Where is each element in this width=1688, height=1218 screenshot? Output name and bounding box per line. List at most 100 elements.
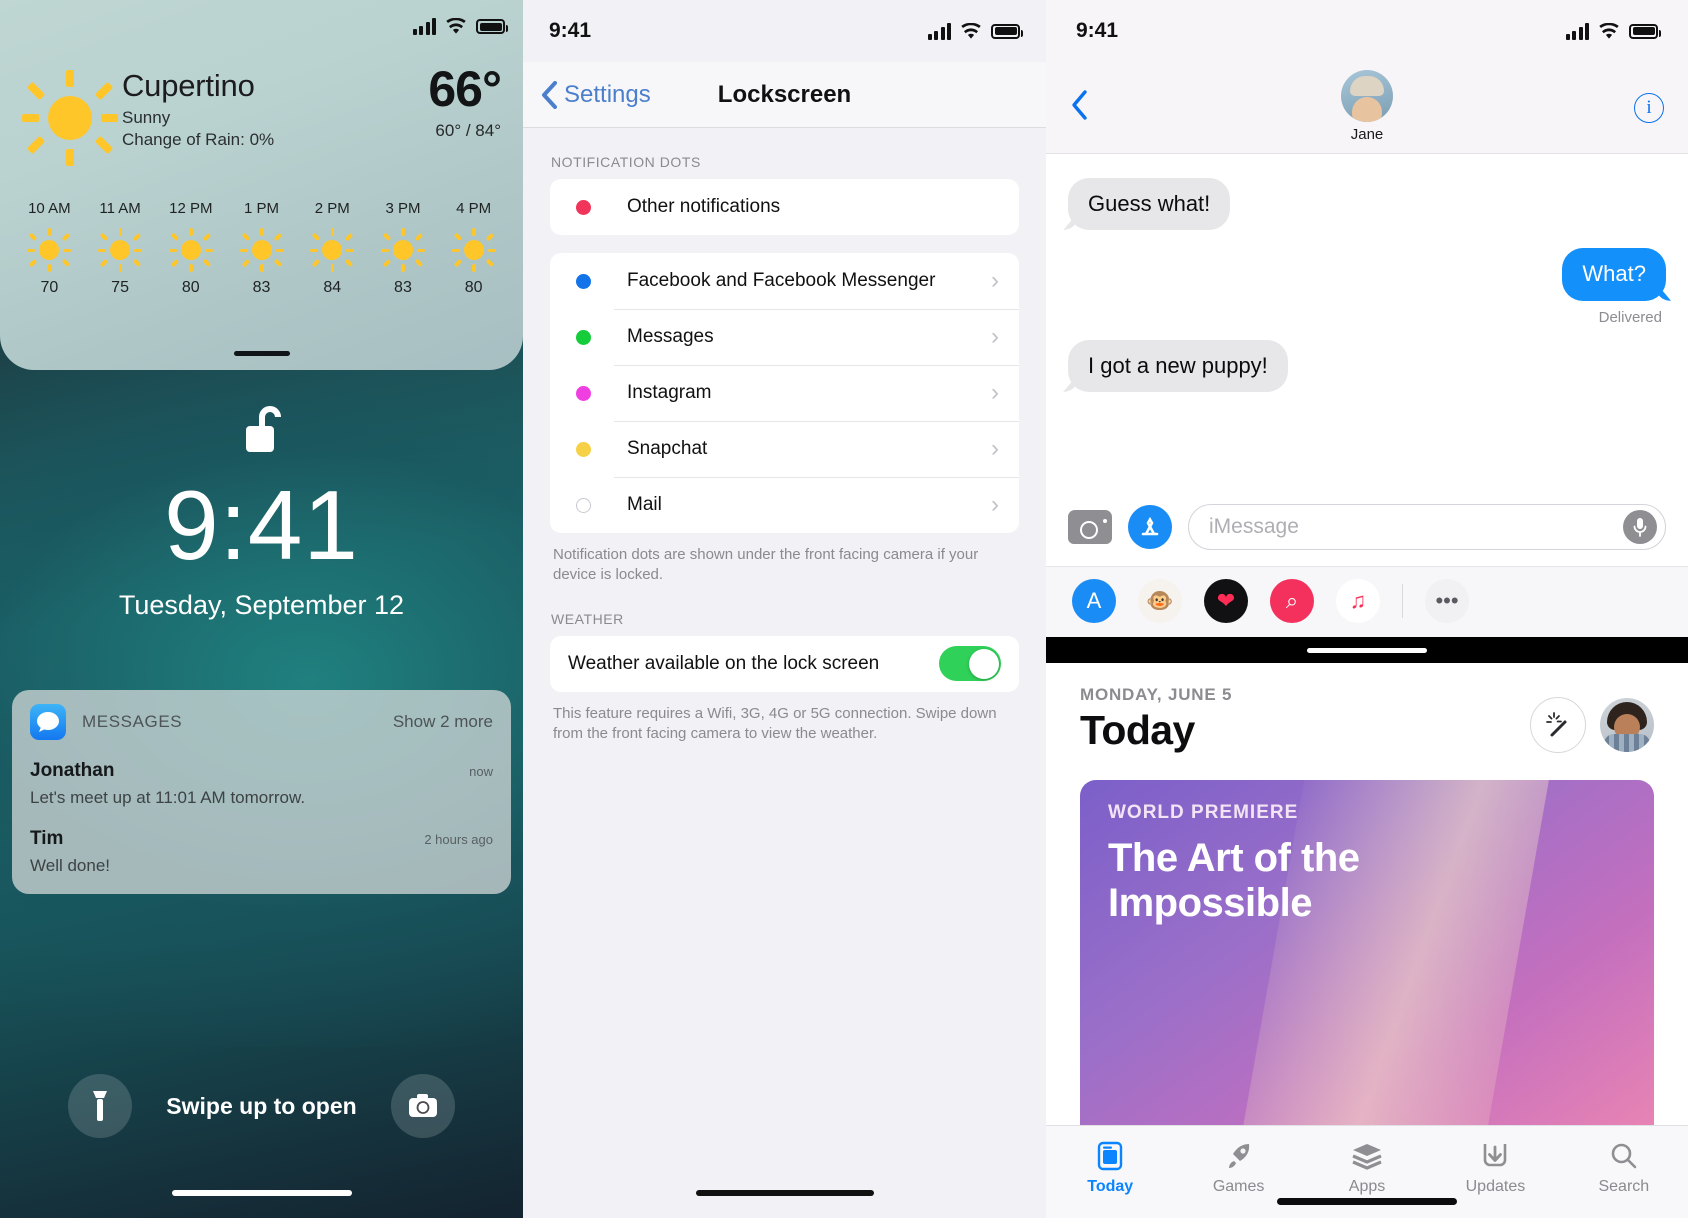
tab-search[interactable]: Search [1560, 1136, 1688, 1196]
sun-icon [22, 70, 118, 166]
microphone-icon[interactable] [1623, 510, 1657, 544]
home-indicator[interactable] [1277, 1198, 1457, 1205]
messages-app-icon [30, 704, 66, 740]
contact-name: Jane [1350, 126, 1384, 143]
notification-item[interactable]: Jonathan now Let's meet up at 11:01 AM tom… [30, 760, 493, 808]
appstore-today-screen: MONDAY, JUNE 5 Today WORLD PREMIERE The … [1046, 663, 1688, 1218]
lockscreen-time: 9:41 [164, 470, 359, 580]
camera-icon [408, 1094, 437, 1117]
sun-icon [27, 228, 72, 272]
notification-timestamp: 2 hours ago [424, 832, 493, 847]
chevron-right-icon: › [991, 323, 999, 350]
chevron-right-icon: › [991, 491, 999, 518]
apple-music-icon[interactable]: ♫ [1336, 579, 1380, 623]
settings-panel: 9:41 Settings Lockscreen NOTIFICATION DO… [523, 0, 1046, 1218]
notification-dot-indicator [576, 385, 591, 401]
weather-condition: Sunny [122, 107, 171, 127]
outgoing-message-bubble[interactable]: What? [1562, 248, 1666, 301]
flashlight-button[interactable] [68, 1074, 133, 1138]
hourly-condition-icon [155, 227, 226, 273]
search-icon [1560, 1136, 1688, 1176]
settings-row-snapchat[interactable]: Snapchat › [550, 421, 1019, 477]
weather-info: Cupertino Sunny Change of Rain: 0% [122, 64, 428, 151]
widget-drag-handle[interactable] [233, 351, 290, 356]
animoji-monkey-icon[interactable]: 🐵 [1138, 579, 1182, 623]
notification-items: Jonathan now Let's meet up at 11:01 AM tom… [30, 760, 493, 876]
sun-icon [239, 228, 284, 272]
hourly-time: 10 AM [28, 200, 71, 217]
settings-row-mail[interactable]: Mail › [550, 477, 1019, 533]
app-store-icon[interactable] [1128, 505, 1172, 549]
home-indicator[interactable] [171, 1190, 352, 1196]
contact-header[interactable]: Jane [1046, 70, 1688, 143]
camera-button[interactable] [390, 1074, 455, 1138]
incoming-message-bubble[interactable]: I got a new puppy! [1068, 339, 1288, 393]
show-more-button[interactable]: Show 2 more [393, 712, 493, 732]
hourly-forecast-item: 10 AM 70 [14, 200, 85, 297]
settings-row-facebook-and-facebook-messenger[interactable]: Facebook and Facebook Messenger › [550, 253, 1019, 309]
back-button[interactable] [1070, 89, 1088, 127]
hourly-temperature: 80 [464, 279, 483, 296]
tab-label: Games [1212, 1178, 1265, 1195]
more-options-icon[interactable]: ••• [1425, 579, 1469, 623]
wifi-icon [960, 22, 982, 40]
app-store-icon[interactable]: A [1072, 579, 1116, 623]
notification-dot-indicator [576, 497, 591, 513]
tab-games[interactable]: Games [1174, 1136, 1302, 1196]
incoming-message-bubble[interactable]: Guess what! [1068, 178, 1231, 231]
chevron-left-icon [1072, 89, 1087, 120]
messages-navigation-bar: Jane i [1046, 62, 1688, 154]
imessage-input[interactable]: iMessage [1188, 504, 1666, 550]
weather-rain-chance: Change of Rain: 0% [122, 129, 275, 149]
camera-icon[interactable] [1068, 510, 1112, 544]
lockscreen-panel: Cupertino Sunny Change of Rain: 0% 66° 6… [0, 0, 523, 1218]
promo-title-line1: The Art of the [1108, 836, 1360, 880]
weather-temp-block: 66° 60° / 84° [428, 61, 502, 141]
weather-toggle[interactable] [939, 646, 1001, 682]
settings-row-messages[interactable]: Messages › [550, 309, 1019, 365]
notification-dot-indicator [576, 273, 591, 289]
settings-row-label: Weather available on the lock screen [568, 652, 880, 674]
tab-apps[interactable]: Apps [1303, 1136, 1431, 1196]
imessage-placeholder: iMessage [1209, 515, 1299, 538]
tab-today[interactable]: Today [1046, 1136, 1174, 1196]
hourly-forecast-item: 12 PM 80 [155, 200, 226, 297]
chevron-right-icon: › [991, 379, 999, 406]
hourly-time: 12 PM [169, 200, 213, 217]
profile-avatar[interactable] [1600, 698, 1654, 752]
back-to-settings-button[interactable]: Settings [541, 80, 651, 109]
hourly-temperature: 70 [40, 279, 59, 296]
digital-touch-heart-icon[interactable]: ❤ [1204, 579, 1248, 623]
hourly-temperature: 83 [252, 279, 271, 296]
hourly-time: 2 PM [314, 200, 350, 217]
notification-group-card[interactable]: MESSAGES Show 2 more Jonathan now Let's me… [12, 690, 511, 894]
status-bar: 9:41 [1046, 0, 1688, 62]
promo-title-line2: Impossible [1108, 880, 1312, 925]
magic-wand-icon[interactable] [1530, 697, 1586, 753]
notification-item[interactable]: Tim 2 hours ago Well done! [30, 828, 493, 876]
appstore-header: MONDAY, JUNE 5 Today [1046, 663, 1688, 754]
unlocked-padlock-icon [234, 400, 290, 460]
messages-appstore-panel: 9:41 Jane i Guess what! What? Delivered … [1046, 0, 1688, 1218]
settings-row-weather-available-on-the-lock-screen[interactable]: Weather available on the lock screen [550, 636, 1019, 692]
weather-temperature: 66° [428, 61, 502, 117]
lockscreen-date: Tuesday, September 12 [118, 590, 405, 620]
messages-home-indicator-bar[interactable] [1046, 637, 1688, 663]
hourly-forecast-item: 4 PM 80 [438, 200, 509, 297]
sun-icon [310, 228, 355, 272]
hourly-condition-icon [438, 227, 509, 273]
rocket-icon [1174, 1136, 1302, 1176]
info-circle-icon[interactable]: i [1634, 92, 1664, 123]
signal-bars-icon [1565, 22, 1589, 40]
settings-row-other-notifications[interactable]: Other notifications [550, 179, 1019, 235]
home-indicator[interactable] [695, 1190, 874, 1196]
settings-row-instagram[interactable]: Instagram › [550, 365, 1019, 421]
weather-widget[interactable]: Cupertino Sunny Change of Rain: 0% 66° 6… [0, 0, 523, 370]
settings-row-label: Other notifications [627, 196, 781, 217]
app-strip-divider [1402, 584, 1403, 618]
apple-pay-search-icon[interactable]: ⌕ [1270, 579, 1314, 623]
settings-group-card: Facebook and Facebook Messenger › Messages… [550, 253, 1019, 533]
tab-updates[interactable]: Updates [1431, 1136, 1559, 1196]
hourly-condition-icon [297, 227, 368, 273]
hourly-time: 1 PM [244, 200, 280, 217]
